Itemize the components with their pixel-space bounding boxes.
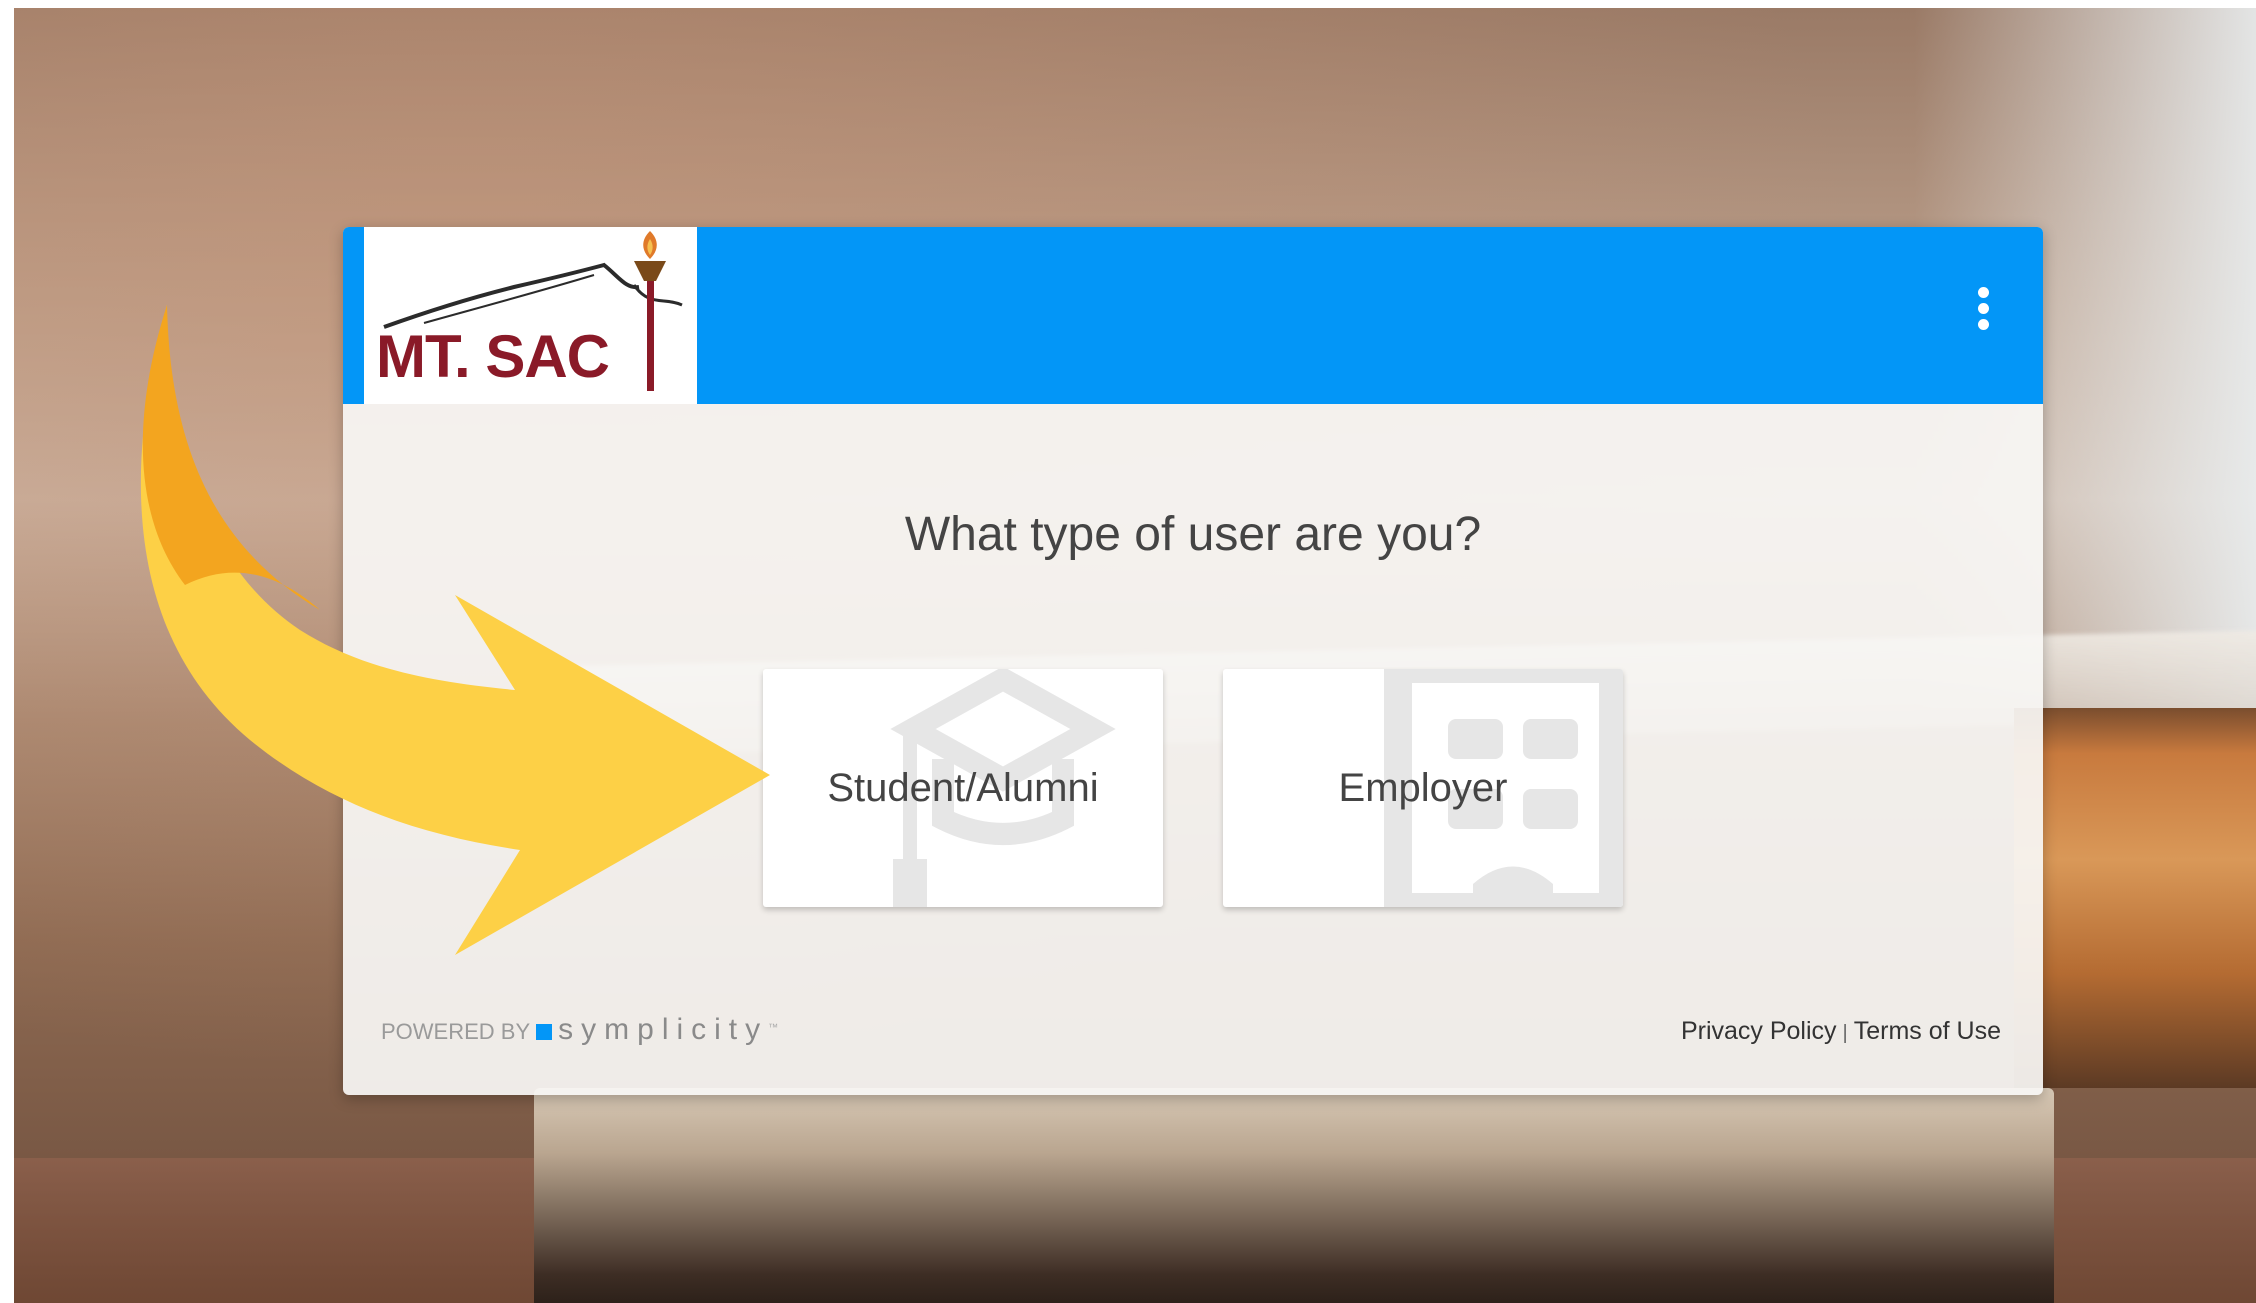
- logo: MT. SAC: [364, 227, 697, 404]
- footer-links: Privacy Policy | Terms of Use: [1681, 1017, 2001, 1046]
- card-header: MT. SAC: [343, 227, 2043, 404]
- privacy-policy-link[interactable]: Privacy Policy: [1681, 1017, 1837, 1045]
- powered-by-symplicity: POWERED BY symplicity™: [381, 1013, 778, 1047]
- student-alumni-button[interactable]: Student/Alumni: [763, 669, 1163, 907]
- user-type-card: MT. SAC What type of user are you? Stude…: [343, 227, 2043, 1095]
- trademark-mark: ™: [768, 1022, 779, 1034]
- symplicity-square-icon: [536, 1024, 553, 1040]
- powered-by-text: POWERED BY: [381, 1019, 531, 1044]
- background-book-base: [534, 1088, 2054, 1303]
- footer-separator: |: [1842, 1022, 1848, 1044]
- symplicity-brand: symplicity: [558, 1013, 769, 1046]
- logo-text: MT. SAC: [376, 323, 610, 390]
- employer-label: Employer: [1338, 766, 1508, 810]
- student-alumni-label: Student/Alumni: [827, 766, 1099, 810]
- background-book-spine: [2014, 708, 2256, 1088]
- page-title: What type of user are you?: [904, 508, 1482, 561]
- more-vert-icon[interactable]: [1963, 279, 2003, 339]
- terms-of-use-link[interactable]: Terms of Use: [1854, 1017, 2001, 1045]
- employer-button[interactable]: Employer: [1223, 669, 1623, 907]
